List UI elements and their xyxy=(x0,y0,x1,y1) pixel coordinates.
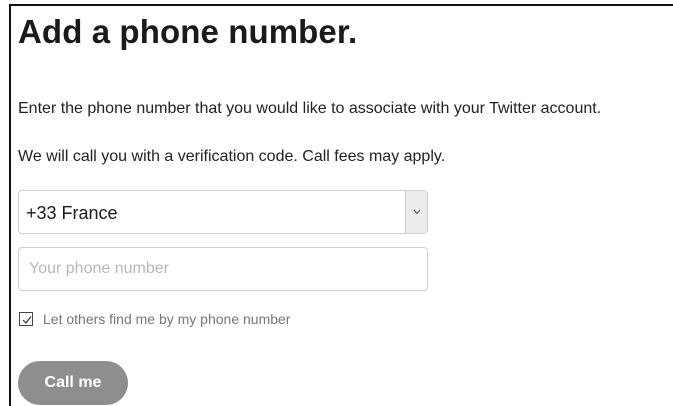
discoverable-option: Let others find me by my phone number xyxy=(19,310,290,328)
country-code-select[interactable]: +33 France xyxy=(18,190,428,234)
call-me-button[interactable]: Call me xyxy=(18,361,128,405)
country-code-value: +33 France xyxy=(26,203,118,223)
discoverable-label: Let others find me by my phone number xyxy=(43,311,291,327)
discoverable-checkbox[interactable] xyxy=(19,312,33,326)
chevron-down-icon xyxy=(413,209,421,215)
add-phone-dialog: Add a phone number. Enter the phone numb… xyxy=(9,4,673,406)
phone-number-input[interactable] xyxy=(18,247,428,291)
call-notice-text: We will call you with a verification cod… xyxy=(18,148,446,165)
instruction-text: Enter the phone number that you would li… xyxy=(18,100,602,117)
select-arrow-button[interactable] xyxy=(405,191,427,233)
checkmark-icon xyxy=(22,316,32,324)
page-title: Add a phone number. xyxy=(18,13,358,50)
